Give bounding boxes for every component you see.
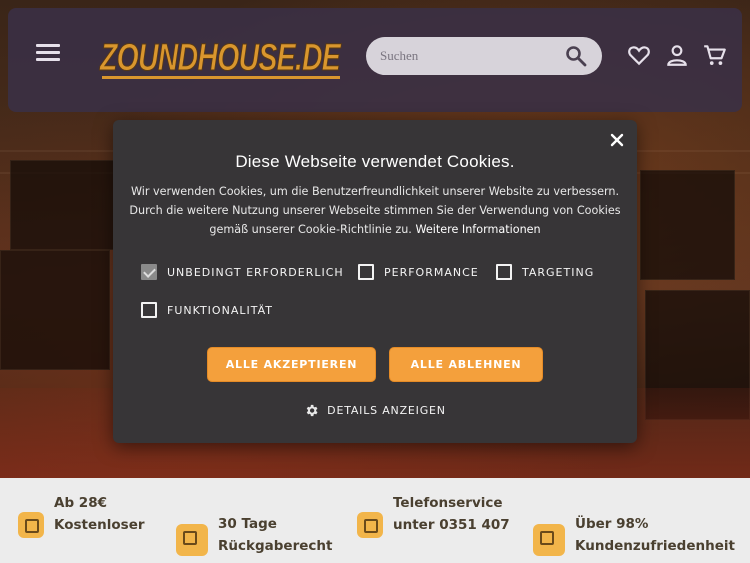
box-icon <box>533 524 565 556</box>
checkbox-targeting[interactable] <box>496 264 512 280</box>
feature-free-shipping: Ab 28€ Kostenloser <box>18 495 145 538</box>
user-icon[interactable] <box>664 42 690 68</box>
accept-all-button[interactable]: ALLE AKZEPTIEREN <box>207 347 376 382</box>
logo-graphic: ZOUNDHOUSE.DE <box>99 37 344 80</box>
feature-line: Telefonservice <box>393 495 503 511</box>
details-label: DETAILS ANZEIGEN <box>327 404 446 417</box>
logo-underline <box>102 76 340 79</box>
box-icon <box>357 512 383 538</box>
box-icon <box>18 512 44 538</box>
feature-text: Ab 28€ Kostenloser <box>54 492 145 536</box>
feature-text: 30 Tage Rückgaberecht <box>218 513 332 557</box>
cookie-dialog-description: Wir verwenden Cookies, um die Benutzerfr… <box>127 182 623 239</box>
feature-line: 30 Tage <box>218 516 277 532</box>
reject-all-button[interactable]: ALLE ABLEHNEN <box>389 347 543 382</box>
feature-line: unter 0351 407 <box>393 517 510 533</box>
amp-silhouette <box>0 250 110 370</box>
feature-line: Rückgaberecht <box>218 538 333 554</box>
feature-line: Kostenloser <box>54 517 145 533</box>
cookie-description-text: Wir verwenden Cookies, um die Benutzerfr… <box>129 185 621 236</box>
gear-icon <box>306 404 318 417</box>
option-label: TARGETING <box>522 265 595 279</box>
search-input[interactable] <box>380 46 550 66</box>
option-strictly-necessary[interactable]: UNBEDINGT ERFORDERLICH <box>141 263 344 281</box>
box-icon <box>176 524 208 556</box>
feature-line: Ab 28€ <box>54 495 107 511</box>
feature-text: Telefonservice unter 0351 407 <box>393 492 510 536</box>
close-icon[interactable] <box>609 132 625 148</box>
features-bar: Ab 28€ Kostenloser 30 Tage Rückgaberecht… <box>0 478 750 563</box>
checkbox-strictly-necessary[interactable] <box>141 264 157 280</box>
menu-icon[interactable] <box>36 44 60 64</box>
cart-icon[interactable] <box>702 42 728 68</box>
option-functionality[interactable]: FUNKTIONALITÄT <box>141 301 273 319</box>
cookie-dialog: Diese Webseite verwendet Cookies. Wir ve… <box>113 120 637 443</box>
checkbox-functionality[interactable] <box>141 302 157 318</box>
option-label: FUNKTIONALITÄT <box>167 303 273 317</box>
feature-phone-service: Telefonservice unter 0351 407 <box>357 495 510 538</box>
logo-text: ZOUNDHOUSE.DE <box>99 37 342 79</box>
site-header: ZOUNDHOUSE.DE <box>8 8 742 112</box>
details-toggle[interactable]: DETAILS ANZEIGEN <box>113 403 637 418</box>
search-bar <box>366 37 602 75</box>
checkbox-performance[interactable] <box>358 264 374 280</box>
more-info-link[interactable]: Weitere Informationen <box>415 223 540 236</box>
feature-returns: 30 Tage Rückgaberecht <box>176 516 332 557</box>
feature-text: Über 98% Kundenzufriedenheit <box>575 513 735 557</box>
search-icon[interactable] <box>564 44 588 68</box>
amp-silhouette <box>640 170 735 280</box>
logo[interactable]: ZOUNDHOUSE.DE <box>98 32 344 82</box>
feature-line: Über 98% <box>575 516 649 532</box>
heart-icon[interactable] <box>626 42 652 68</box>
feature-line: Kundenzufriedenheit <box>575 538 735 554</box>
feature-satisfaction: Über 98% Kundenzufriedenheit <box>533 516 735 557</box>
option-targeting[interactable]: TARGETING <box>496 263 594 281</box>
option-performance[interactable]: PERFORMANCE <box>358 263 479 281</box>
cookie-dialog-title: Diese Webseite verwendet Cookies. <box>235 152 515 171</box>
option-label: PERFORMANCE <box>384 265 479 279</box>
amp-silhouette <box>10 160 130 250</box>
option-label: UNBEDINGT ERFORDERLICH <box>167 265 344 279</box>
